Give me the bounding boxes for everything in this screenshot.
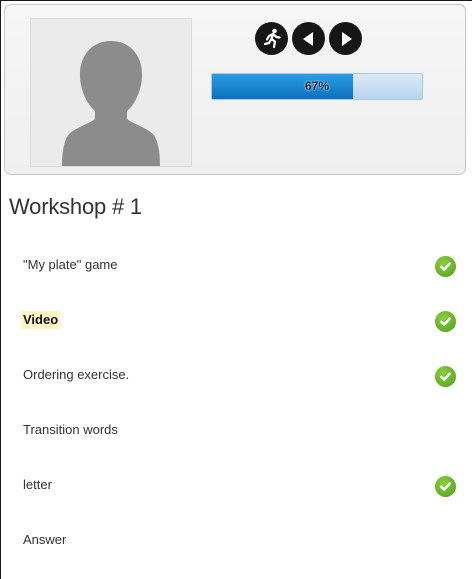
avatar [30, 18, 192, 167]
list-item[interactable]: "My plate" game [1, 240, 472, 295]
running-person-icon [263, 28, 281, 48]
header-card: 67% [4, 4, 466, 175]
run-activity-button[interactable] [255, 22, 288, 55]
checkmark-icon [435, 476, 456, 497]
navigation-buttons [255, 22, 362, 55]
next-button[interactable] [329, 22, 362, 55]
activity-list: "My plate" game Video Ordering exercise. Tr… [1, 240, 472, 570]
checkmark-icon [435, 311, 456, 332]
previous-arrow-icon [302, 31, 313, 46]
list-item-label: letter [23, 477, 52, 492]
list-item[interactable]: letter [1, 460, 472, 515]
lesson-panel: 67% Workshop # 1 "My plate" game Video Ord… [0, 0, 472, 579]
progress-label: 67% [304, 79, 330, 93]
list-item[interactable]: Ordering exercise. [1, 350, 472, 405]
previous-button[interactable] [292, 22, 325, 55]
next-arrow-icon [341, 31, 352, 46]
list-item-label: Answer [23, 532, 67, 547]
person-silhouette-icon [62, 41, 160, 166]
checkmark-icon [435, 366, 456, 387]
list-item-label: "My plate" game [23, 257, 118, 272]
list-item[interactable]: Answer [1, 515, 472, 570]
list-item[interactable]: Video [1, 295, 472, 350]
list-item-label: Video [21, 311, 61, 329]
workshop-title: Workshop # 1 [9, 194, 142, 219]
progress-bar: 67% [211, 73, 423, 100]
checkmark-icon [435, 256, 456, 277]
list-item[interactable]: Transition words [1, 405, 472, 460]
list-item-label: Transition words [23, 422, 118, 437]
list-item-label: Ordering exercise. [23, 367, 130, 382]
